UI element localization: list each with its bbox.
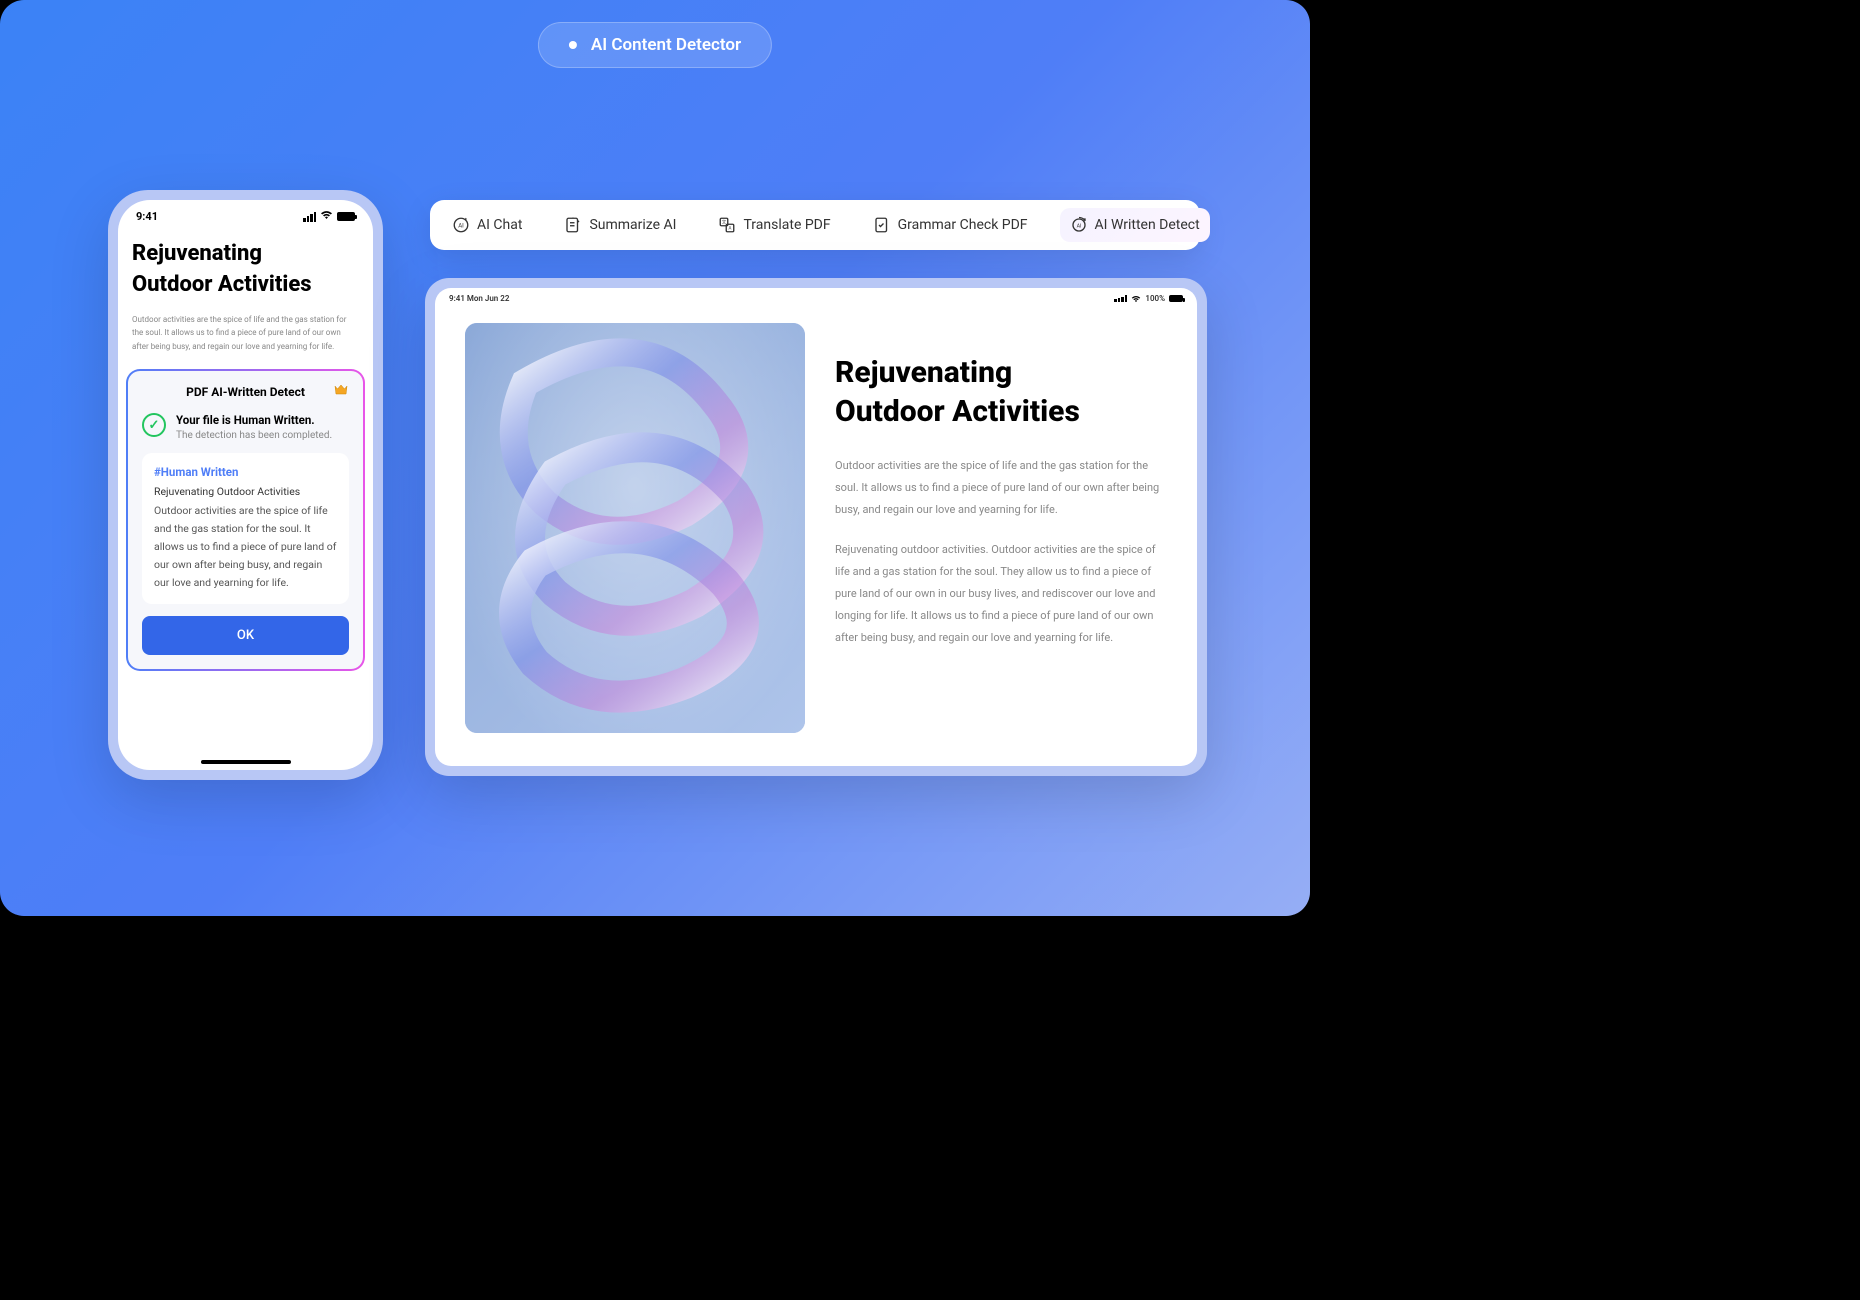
- phone-content: Rejuvenating Outdoor Activities Outdoor …: [118, 229, 373, 679]
- grammar-icon: [873, 216, 891, 234]
- ok-button[interactable]: OK: [142, 616, 349, 655]
- translate-icon: 文A: [718, 216, 736, 234]
- tab-bar: AI AI Chat Summarize AI 文A Translate PDF…: [430, 200, 1200, 250]
- signal-icon: [1114, 295, 1127, 302]
- tab-grammar[interactable]: Grammar Check PDF: [863, 208, 1038, 242]
- battery-icon: [1169, 295, 1183, 302]
- ai-detect-icon: AI: [1070, 216, 1088, 234]
- check-circle-icon: ✓: [142, 413, 166, 437]
- phone-article-title: Rejuvenating Outdoor Activities: [132, 239, 359, 301]
- home-indicator: [201, 760, 291, 764]
- tablet-para-2: Rejuvenating outdoor activities. Outdoor…: [835, 539, 1167, 649]
- detect-status-row: ✓ Your file is Human Written. The detect…: [142, 413, 349, 441]
- svg-text:A: A: [729, 226, 732, 232]
- phone-article-body: Outdoor activities are the spice of life…: [132, 313, 359, 354]
- battery-icon: [337, 212, 355, 221]
- detect-result-title: Rejuvenating Outdoor Activities: [154, 485, 337, 498]
- header-label: AI Content Detector: [591, 35, 741, 55]
- tablet-time: 9:41 Mon Jun 22: [449, 294, 509, 303]
- dot-icon: [569, 41, 577, 49]
- header-pill: AI Content Detector: [538, 22, 772, 68]
- tab-translate[interactable]: 文A Translate PDF: [708, 208, 840, 242]
- tablet-mockup: 9:41 Mon Jun 22 100%: [425, 278, 1207, 776]
- detect-result-box: #Human Written Rejuvenating Outdoor Acti…: [142, 453, 349, 603]
- signal-icon: [303, 212, 316, 222]
- canvas: AI Content Detector 9:41 Rejuvenating: [0, 0, 1310, 916]
- phone-statusbar: 9:41: [118, 200, 373, 229]
- tablet-content: Rejuvenating Outdoor Activities Outdoor …: [435, 309, 1197, 747]
- tab-ai-chat[interactable]: AI AI Chat: [442, 208, 532, 242]
- tablet-article-title: Rejuvenating Outdoor Activities: [835, 353, 1167, 431]
- tablet-battery-status: 100%: [1114, 294, 1183, 303]
- tab-summarize[interactable]: Summarize AI: [554, 208, 686, 242]
- svg-text:AI: AI: [1076, 223, 1081, 229]
- detect-status-title: Your file is Human Written.: [176, 413, 332, 427]
- ai-chat-icon: AI: [452, 216, 470, 234]
- tablet-para-1: Outdoor activities are the spice of life…: [835, 455, 1167, 521]
- phone-mockup: 9:41 Rejuvenating Outdoor Activities Out…: [108, 190, 383, 780]
- crown-icon: [333, 383, 349, 401]
- tablet-screen: 9:41 Mon Jun 22 100%: [435, 288, 1197, 766]
- phone-time: 9:41: [136, 210, 158, 223]
- svg-text:AI: AI: [458, 222, 464, 229]
- phone-status-icons: [303, 210, 355, 223]
- detect-status-sub: The detection has been completed.: [176, 430, 332, 441]
- phone-screen: 9:41 Rejuvenating Outdoor Activities Out…: [118, 200, 373, 770]
- tablet-statusbar: 9:41 Mon Jun 22 100%: [435, 288, 1197, 309]
- tablet-text: Rejuvenating Outdoor Activities Outdoor …: [835, 323, 1167, 733]
- detect-card: PDF AI-Written Detect ✓ Your file is Hum…: [128, 371, 363, 668]
- tablet-hero-image: [465, 323, 805, 733]
- wifi-icon: [1131, 295, 1141, 303]
- svg-text:文: 文: [722, 219, 727, 226]
- wifi-icon: [320, 210, 333, 223]
- detect-card-header: PDF AI-Written Detect: [142, 385, 349, 399]
- detect-result-tag: #Human Written: [154, 465, 337, 479]
- detect-result-body: Outdoor activities are the spice of life…: [154, 502, 337, 591]
- summarize-icon: [564, 216, 582, 234]
- tab-ai-detect[interactable]: AI AI Written Detect: [1060, 208, 1210, 242]
